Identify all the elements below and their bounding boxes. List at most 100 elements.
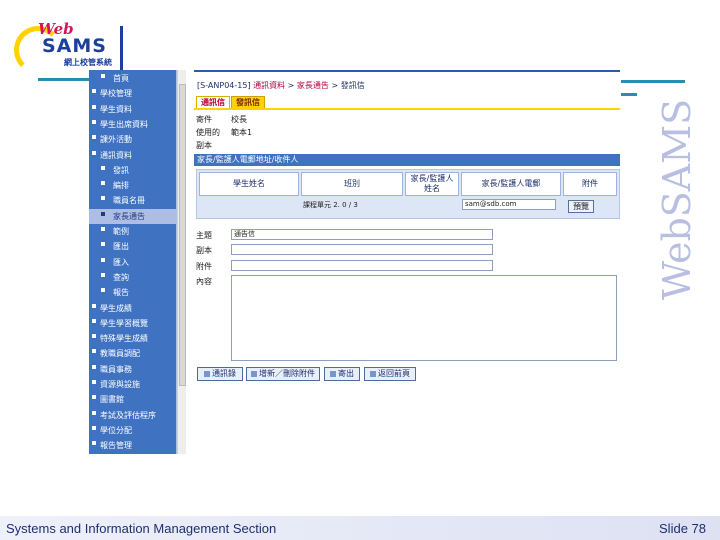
arrow-icon bbox=[92, 104, 96, 109]
bullet-icon bbox=[101, 74, 105, 78]
subject-input[interactable]: 通告信 bbox=[231, 229, 493, 240]
col-header-attachment: 附件 bbox=[563, 172, 617, 196]
sidebar-item[interactable]: 學生出席資料 bbox=[89, 117, 176, 132]
bullet-icon bbox=[101, 165, 105, 170]
attachment-icon bbox=[251, 370, 257, 377]
guardian-email-input[interactable]: sam@sdb.com bbox=[462, 199, 556, 210]
cc-input[interactable] bbox=[231, 244, 493, 255]
arrow-icon bbox=[92, 303, 96, 308]
sidebar-item[interactable]: 查詢 bbox=[89, 270, 176, 285]
col-header-class: 班別 bbox=[301, 172, 403, 196]
tab-notice[interactable]: 通訊信 bbox=[196, 96, 230, 108]
subject-label: 主題 bbox=[196, 231, 212, 240]
footer-section-name: Systems and Information Management Secti… bbox=[6, 521, 277, 536]
template-value: 範本1 bbox=[231, 128, 253, 137]
sidebar-item[interactable]: 考試及評估程序 bbox=[89, 408, 176, 423]
decor-line-right bbox=[621, 80, 685, 83]
sidebar-item[interactable]: 發訊 bbox=[89, 163, 176, 178]
sidebar-item[interactable]: 首頁 bbox=[89, 71, 176, 86]
send-label: 寄出 bbox=[338, 369, 354, 378]
send-button[interactable]: 寄出 bbox=[324, 367, 360, 381]
sidebar-item-label: 匯出 bbox=[113, 242, 129, 252]
tab-underline bbox=[194, 108, 620, 110]
body-textarea[interactable] bbox=[231, 275, 617, 361]
sidebar-item[interactable]: 匯入 bbox=[89, 255, 176, 270]
main-panel: [S-ANP04-15] 通訊資料 > 家長通告 > 發訊信 通訊信 發訊信 寄… bbox=[194, 70, 620, 382]
sidebar-item-label: 圖書館 bbox=[100, 395, 124, 405]
breadcrumb-current: 發訊信 bbox=[340, 81, 365, 90]
breadcrumb-sep: > bbox=[285, 81, 297, 90]
bullet-icon bbox=[101, 181, 105, 186]
logo-sams-text: SAMS bbox=[42, 35, 107, 57]
watermark-text: WebSAMS bbox=[655, 98, 699, 300]
sidebar-item[interactable]: 編排 bbox=[89, 178, 176, 193]
sidebar-scrollbar[interactable] bbox=[177, 70, 186, 454]
template-label: 使用的 bbox=[196, 128, 220, 137]
sidebar-item-label: 範例 bbox=[113, 227, 129, 236]
breadcrumb-code: [S-ANP04-15] bbox=[197, 81, 251, 90]
sidebar-item[interactable]: 學位分配 bbox=[89, 423, 176, 438]
sidebar-item-label: 資源與設施 bbox=[100, 380, 140, 389]
slide-footer: Systems and Information Management Secti… bbox=[0, 516, 720, 540]
sidebar-item[interactable]: 學生成績 bbox=[89, 301, 176, 316]
sidebar-item[interactable]: 報告 bbox=[89, 285, 176, 300]
bullet-icon bbox=[101, 257, 105, 262]
websams-watermark: WebSAMS bbox=[655, 99, 720, 340]
breadcrumb-link-1[interactable]: 通訊資料 bbox=[253, 81, 285, 90]
sidebar-item[interactable]: 職員事務 bbox=[89, 362, 176, 377]
sidebar-item[interactable]: 通訊資料 bbox=[89, 148, 176, 163]
breadcrumb-link-2[interactable]: 家長通告 bbox=[297, 81, 329, 90]
sidebar-item-label: 學生成績 bbox=[100, 303, 132, 313]
back-button[interactable]: 返回前頁 bbox=[364, 367, 416, 381]
col-header-email: 家長/監護人電郵 bbox=[461, 172, 561, 196]
sidebar-item[interactable]: 課外活動 bbox=[89, 132, 176, 147]
sidebar-item-label: 報告 bbox=[113, 288, 129, 298]
sidebar-item[interactable]: 學生資料 bbox=[89, 102, 176, 117]
back-icon bbox=[370, 370, 376, 377]
arrow-icon bbox=[92, 441, 96, 446]
sidebar-item-label: 職員事務 bbox=[100, 364, 132, 374]
sidebar-item-label: 通訊資料 bbox=[100, 150, 132, 160]
attachment-input[interactable] bbox=[231, 260, 493, 271]
preview-button[interactable]: 預覽 bbox=[568, 200, 594, 213]
bullet-icon bbox=[101, 211, 105, 216]
arrow-icon bbox=[92, 349, 96, 354]
sidebar-item[interactable]: 教職員調配 bbox=[89, 346, 176, 361]
address-book-button[interactable]: 通訊錄 bbox=[197, 367, 243, 381]
sidebar-item-label: 首頁 bbox=[113, 74, 129, 83]
arrow-icon bbox=[92, 318, 96, 323]
sidebar-item[interactable]: 匯出 bbox=[89, 239, 176, 254]
sidebar-item[interactable]: 職員名冊 bbox=[89, 193, 176, 208]
slide-number: Slide 78 bbox=[659, 521, 706, 536]
recipients-bar: 家長/監護人電郵地址/收件人 bbox=[194, 154, 620, 166]
sidebar-item-label: 編排 bbox=[113, 181, 129, 191]
sidebar-item[interactable]: 資源與設施 bbox=[89, 377, 176, 392]
logo-divider bbox=[120, 26, 123, 72]
sidebar-item[interactable]: 特殊學生成績 bbox=[89, 331, 176, 346]
sidebar-item[interactable]: 範例 bbox=[89, 224, 176, 239]
sidebar-item[interactable]: 圖書館 bbox=[89, 392, 176, 407]
arrow-icon bbox=[92, 334, 96, 339]
arrow-icon bbox=[92, 380, 96, 384]
sidebar-item[interactable]: 家長通告 bbox=[89, 208, 176, 224]
add-remove-attachment-button[interactable]: 增新／刪除附件 bbox=[246, 367, 320, 381]
sidebar-item-label: 職員名冊 bbox=[113, 196, 145, 206]
arrow-icon bbox=[92, 119, 96, 124]
decor-line-short bbox=[621, 93, 637, 96]
sidebar-item[interactable]: 學校管理 bbox=[89, 86, 176, 101]
bullet-icon bbox=[101, 242, 105, 247]
sidebar-item[interactable]: 學生學習概覽 bbox=[89, 316, 176, 331]
scrollbar-thumb[interactable] bbox=[179, 84, 186, 386]
sidebar-item-label: 學位分配 bbox=[100, 425, 132, 435]
sidebar-item-label: 家長通告 bbox=[113, 211, 145, 221]
body-label: 內容 bbox=[196, 277, 212, 286]
breadcrumb-sep: > bbox=[328, 81, 341, 90]
address-book-label: 通訊錄 bbox=[212, 369, 236, 378]
bullet-icon bbox=[101, 227, 105, 231]
sidebar-item[interactable]: 報告管理 bbox=[89, 438, 176, 453]
sidebar-item-label: 學校管理 bbox=[100, 89, 132, 99]
arrow-icon bbox=[92, 89, 96, 94]
sidebar-nav: 首頁學校管理學生資料 學生出席資料 課外活動通訊資料發訊編排職員名冊家長通告範例匯出… bbox=[89, 70, 177, 454]
recipients-table: 學生姓名 班別 家長/監護人 姓名 家長/監護人電郵 附件 課程單元 2. 0 … bbox=[196, 169, 620, 219]
header-line-left bbox=[38, 78, 90, 81]
